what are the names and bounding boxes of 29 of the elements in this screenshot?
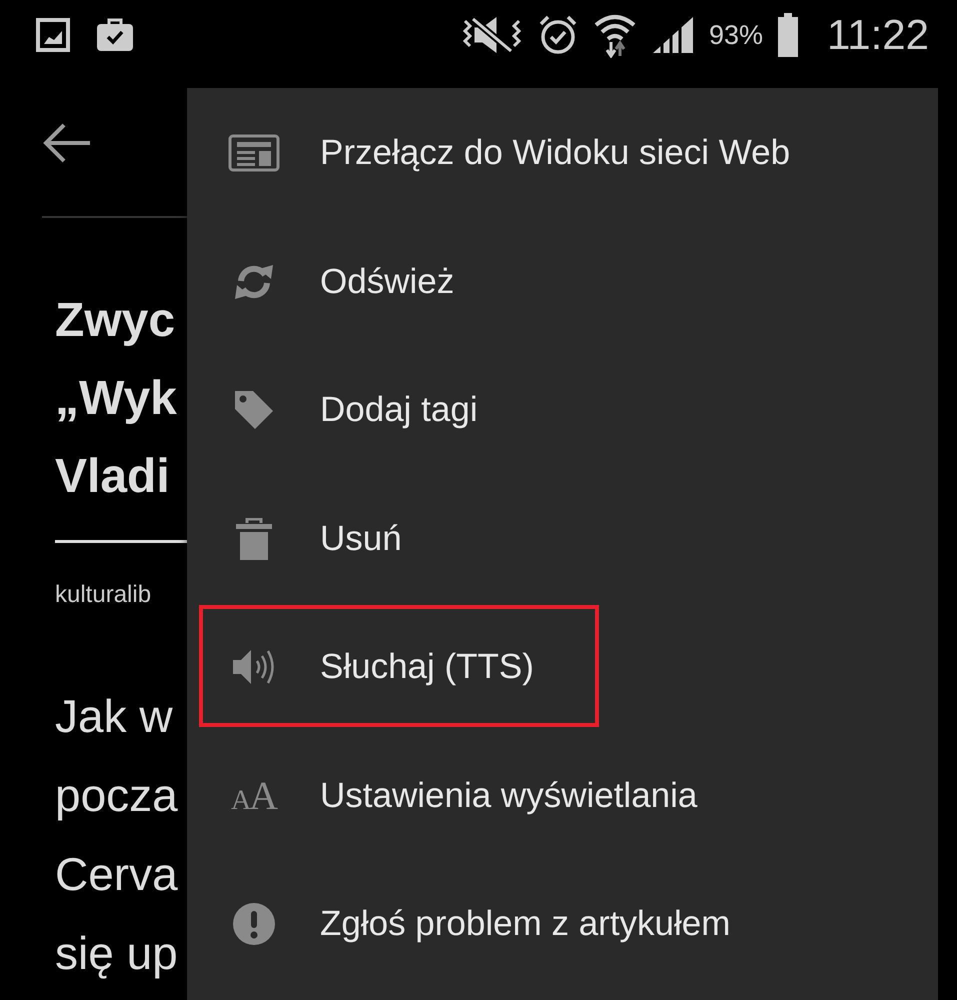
back-arrow-icon[interactable] xyxy=(42,123,92,163)
article-text: pocza xyxy=(55,768,178,823)
article-title: Zwyc xyxy=(55,293,176,349)
article-title: Vladi xyxy=(55,449,170,505)
article-source: kulturalib xyxy=(55,581,152,609)
battery-icon xyxy=(777,13,799,57)
clock-time: 11:22 xyxy=(827,11,929,59)
wifi-icon xyxy=(592,12,637,58)
menu-item[interactable]: AA Ustawienia wyświetlania xyxy=(187,732,938,860)
menu-item[interactable]: Odśwież xyxy=(187,218,938,346)
menu-item[interactable]: Zgłoś problem z artykułem xyxy=(187,860,938,988)
menu-item[interactable]: Słuchaj (TTS) xyxy=(187,603,938,732)
web-view-icon xyxy=(228,134,280,172)
trash-icon xyxy=(234,518,272,560)
article-text: się up xyxy=(55,926,178,981)
menu-item[interactable]: Przełącz do Widoku sieci Web xyxy=(187,89,938,218)
menu-item[interactable]: Dodaj tagi xyxy=(187,346,938,474)
image-icon xyxy=(36,18,70,52)
article-title: „Wyk xyxy=(55,371,177,427)
text-size-icon: AA xyxy=(230,776,276,816)
article-text: Jak w xyxy=(55,689,173,744)
alert-icon xyxy=(232,903,274,946)
menu-item[interactable]: Usuń xyxy=(187,474,938,603)
article-text: Cerva xyxy=(55,847,178,902)
briefcase-check-icon xyxy=(96,18,134,52)
signal-icon xyxy=(650,15,695,55)
battery-percent: 93% xyxy=(708,20,763,50)
tag-icon xyxy=(232,389,274,432)
vibrate-mute-icon xyxy=(460,15,523,55)
